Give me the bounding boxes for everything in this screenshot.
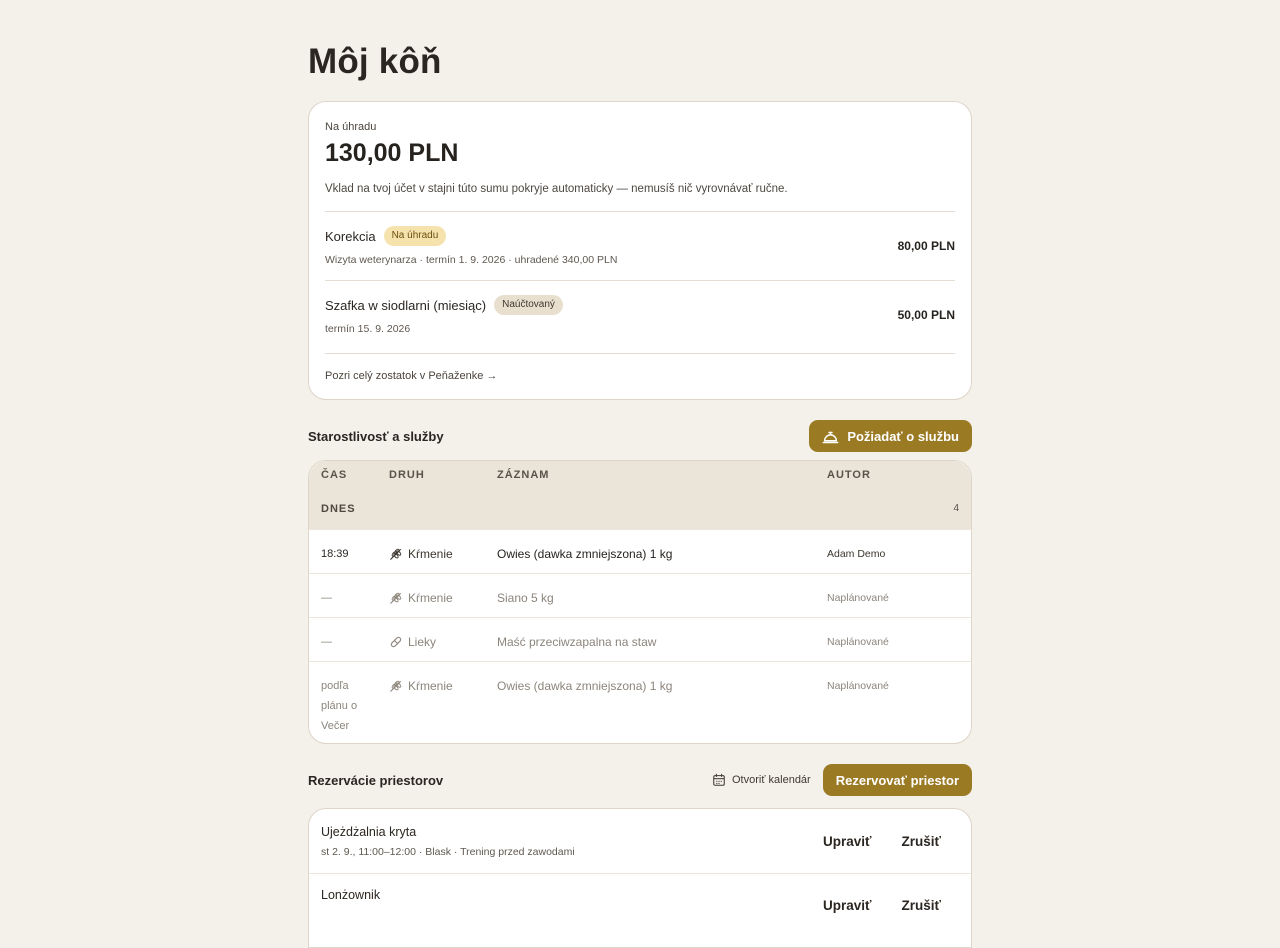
- reservation-details: st 2. 9., 11:00–12:00 · Blask · Trening …: [321, 846, 575, 858]
- row-author: Naplánované: [827, 592, 889, 604]
- row-kind-label: Kŕmenie: [408, 547, 453, 561]
- care-section-header: Starostlivosť a služby Požiadať o službu: [308, 420, 972, 452]
- payment-card: Na úhradu 130,00 PLN Vklad na tvoj účet …: [308, 101, 972, 400]
- charge-details: Wizyta weterynarza · termín 1. 9. 2026 ·…: [325, 254, 618, 266]
- request-service-button[interactable]: Požiadať o službu: [809, 420, 972, 452]
- column-header-entry: ZÁZNAM: [497, 469, 550, 481]
- pill-icon: [390, 636, 402, 648]
- row-kind: Kŕmenie: [389, 676, 453, 696]
- row-kind-label: Kŕmenie: [408, 591, 453, 605]
- reservation-name: Ujeżdżalnia kryta: [321, 825, 417, 839]
- table-row[interactable]: — Kŕmenie Siano 5 kg Naplánované: [309, 573, 971, 617]
- row-author: Naplánované: [827, 636, 889, 648]
- service-bell-icon: [822, 431, 839, 443]
- row-kind-label: Kŕmenie: [408, 679, 453, 693]
- section-title: Rezervácie priestorov: [308, 772, 444, 788]
- list-item: Lonżownik Upraviť Zrušiť: [309, 873, 971, 937]
- payment-amount: 130,00 PLN: [325, 139, 459, 167]
- row-entry: Siano 5 kg: [497, 591, 554, 605]
- reservation-name: Lonżownik: [321, 888, 381, 902]
- table-row[interactable]: 18:39 Kŕmenie Owies (dawka zmniejszona) …: [309, 529, 971, 573]
- table-row[interactable]: podľa plánu o Večer Kŕmenie Owies (dawka…: [309, 661, 971, 743]
- row-kind: Kŕmenie: [389, 588, 453, 608]
- page-title: Môj kôň: [308, 42, 442, 81]
- page: Môj kôň Na úhradu 130,00 PLN Vklad na tv…: [308, 0, 972, 948]
- wheat-icon: [390, 548, 402, 560]
- open-calendar-link[interactable]: Otvoriť kalendár: [712, 773, 811, 787]
- column-header-author: AUTOR: [827, 469, 871, 481]
- row-time: 18:39: [321, 548, 349, 560]
- section-title: Starostlivosť a služby: [308, 428, 444, 444]
- charge-row: Szafka w siodlarni (miesiąc) Naúčtovaný …: [325, 281, 955, 349]
- row-author: Adam Demo: [827, 548, 886, 560]
- row-kind: Kŕmenie: [389, 544, 453, 564]
- row-entry: Owies (dawka zmniejszona) 1 kg: [497, 547, 673, 561]
- charge-row: Korekcia Na úhradu Wizyta weterynarza · …: [325, 212, 955, 280]
- group-count: 4: [953, 503, 959, 514]
- row-kind: Lieky: [389, 632, 436, 652]
- charge-amount: 80,00 PLN: [897, 239, 955, 253]
- row-entry: Owies (dawka zmniejszona) 1 kg: [497, 679, 673, 693]
- payment-note: Vklad na tvoj účet v stajni túto sumu po…: [325, 183, 788, 195]
- charge-details: termín 15. 9. 2026: [325, 323, 411, 335]
- care-table: ČAS DRUH ZÁZNAM AUTOR DNES 4 18:39 Kŕmen…: [308, 460, 972, 744]
- column-header-time: ČAS: [321, 469, 348, 481]
- calendar-icon: [713, 773, 725, 786]
- row-time: podľa plánu o Večer: [321, 680, 358, 732]
- charge-amount: 50,00 PLN: [897, 308, 955, 322]
- status-badge: Na úhradu: [383, 226, 447, 246]
- open-calendar-label: Otvoriť kalendár: [732, 774, 811, 786]
- wheat-icon: [390, 592, 402, 604]
- table-row[interactable]: — Lieky Maść przeciwzapalna na staw Napl…: [309, 617, 971, 661]
- row-time: —: [321, 592, 332, 604]
- cancel-button[interactable]: Zrušiť: [896, 894, 947, 917]
- row-time: —: [321, 636, 332, 648]
- list-item: Ujeżdżalnia kryta st 2. 9., 11:00–12:00 …: [309, 809, 971, 873]
- charge-name: Szafka w siodlarni (miesiąc): [325, 297, 487, 313]
- edit-button[interactable]: Upraviť: [817, 894, 877, 917]
- wheat-icon: [390, 680, 402, 692]
- charge-name: Korekcia: [325, 228, 376, 244]
- column-header-kind: DRUH: [389, 469, 425, 481]
- row-kind-label: Lieky: [408, 635, 437, 649]
- payment-label: Na úhradu: [325, 121, 377, 133]
- reservations-list: Ujeżdżalnia kryta st 2. 9., 11:00–12:00 …: [308, 808, 972, 948]
- table-header: ČAS DRUH ZÁZNAM AUTOR DNES 4: [309, 461, 971, 529]
- request-service-label: Požiadať o službu: [847, 428, 959, 444]
- wallet-balance-link[interactable]: Pozri celý zostatok v Peňaženke →: [325, 354, 955, 383]
- reserve-space-button[interactable]: Rezervovať priestor: [822, 764, 972, 796]
- status-badge: Naúčtovaný: [494, 295, 563, 315]
- group-label: DNES: [321, 503, 356, 515]
- edit-button[interactable]: Upraviť: [817, 830, 877, 853]
- cancel-button[interactable]: Zrušiť: [896, 830, 947, 853]
- row-author: Naplánované: [827, 680, 889, 692]
- reservations-section-header: Rezervácie priestorov Otvoriť kalendár R…: [308, 764, 972, 796]
- row-entry: Maść przeciwzapalna na staw: [497, 635, 657, 649]
